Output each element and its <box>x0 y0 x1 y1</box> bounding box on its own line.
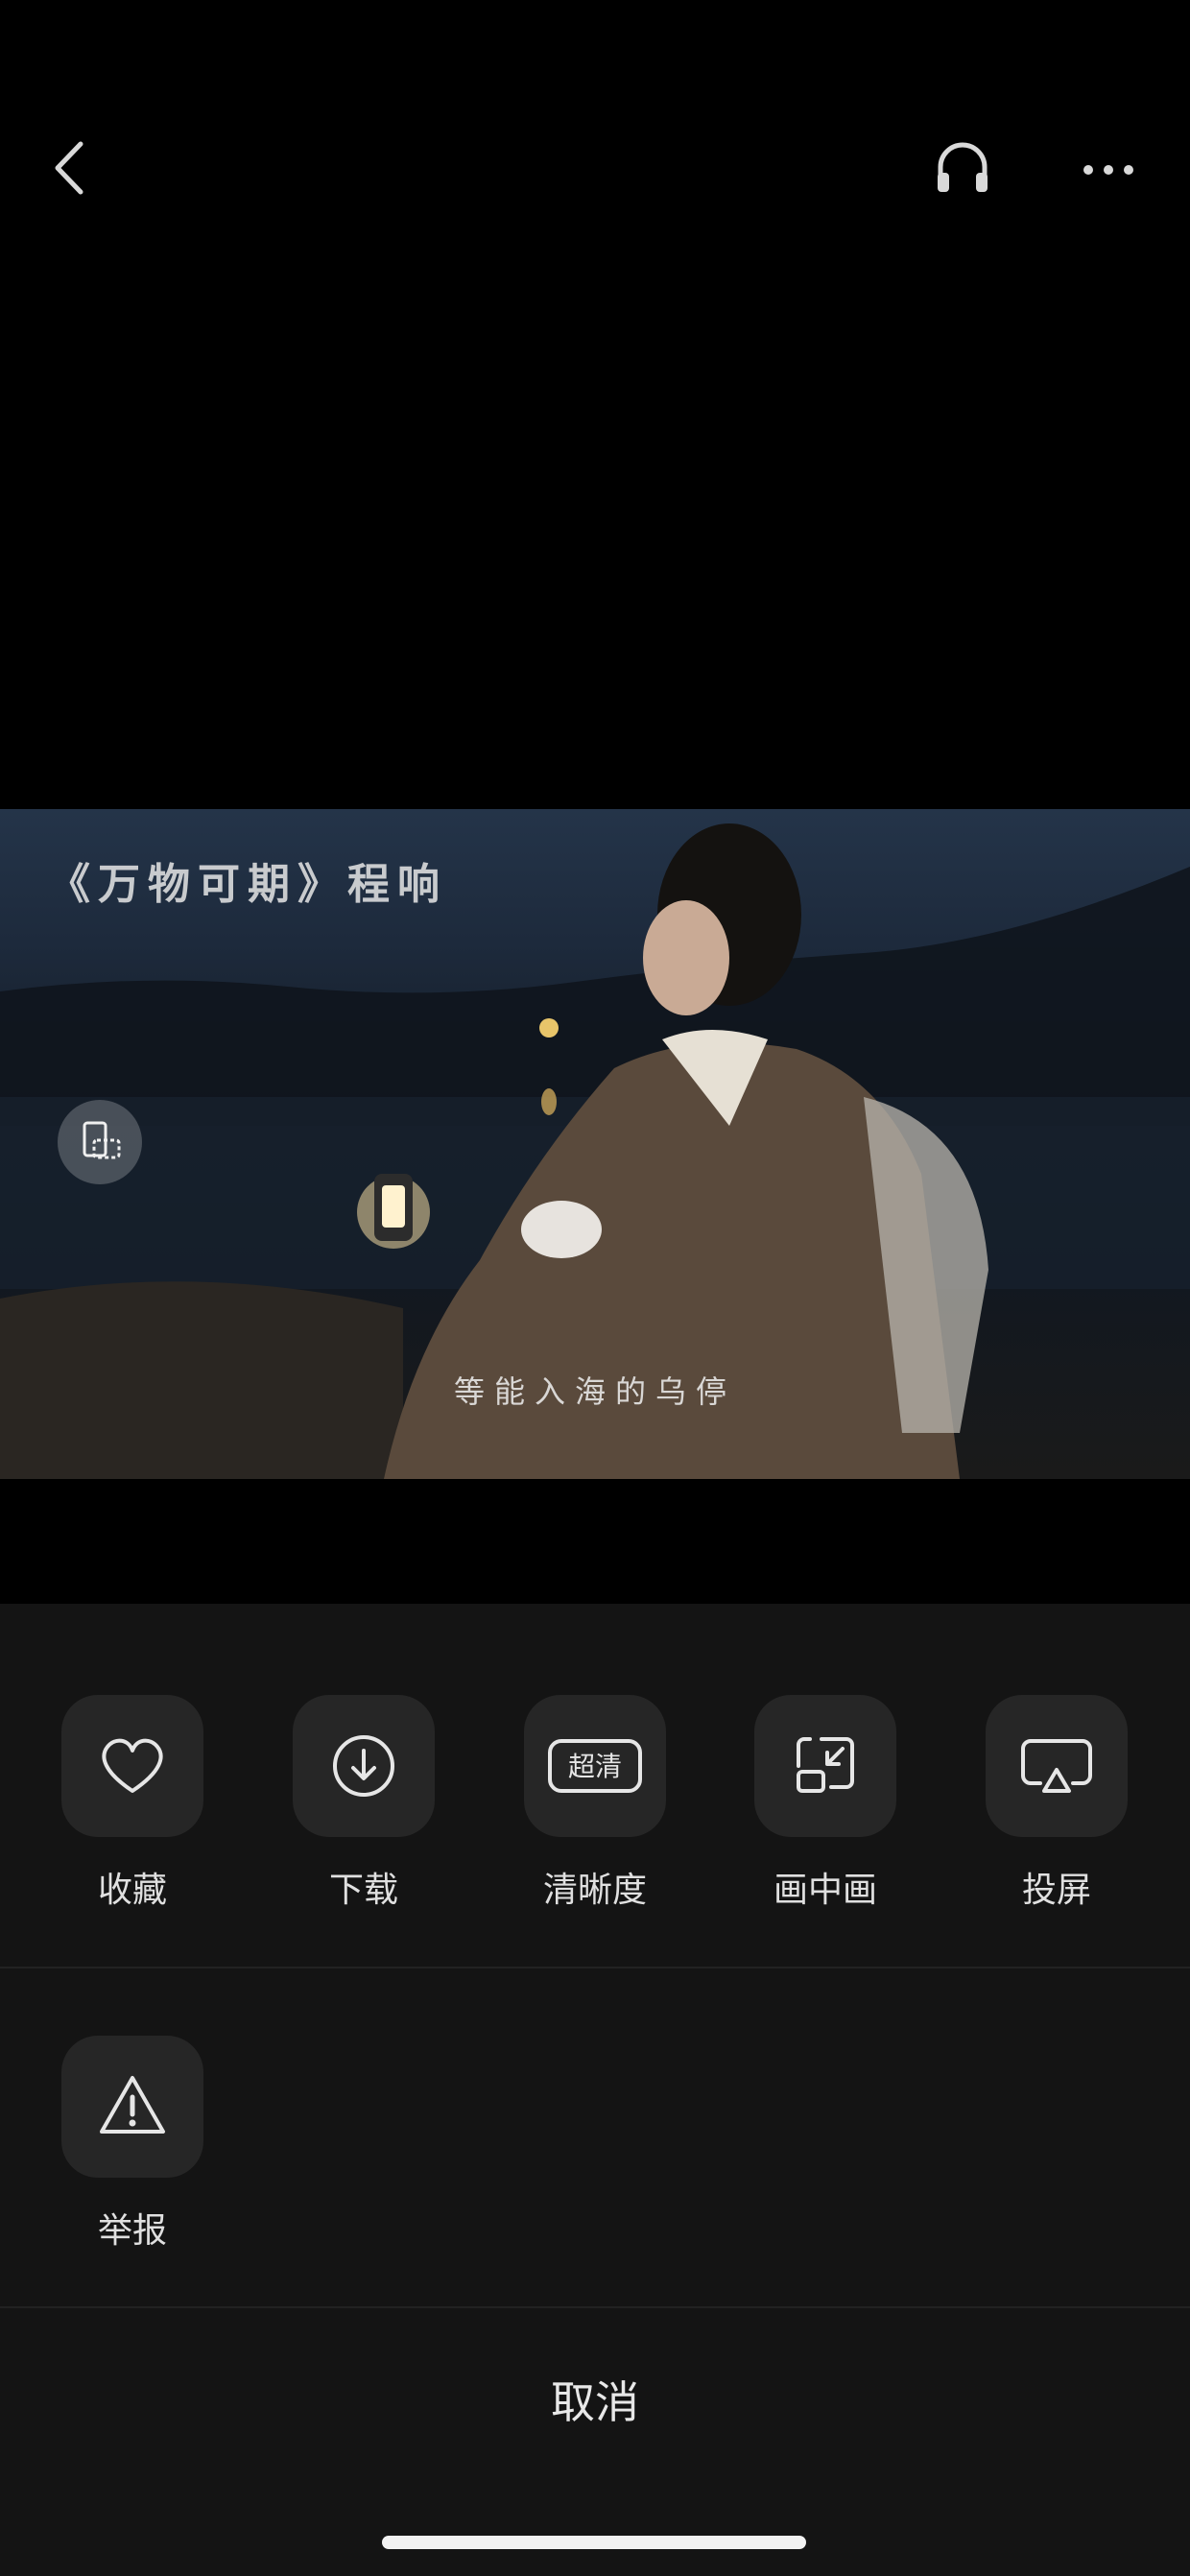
cast-action[interactable]: 投屏 <box>980 1695 1133 1912</box>
video-player[interactable]: 《万物可期》程响 等能入海的乌停 <box>0 809 1190 1479</box>
rotate-screen-icon <box>83 1121 121 1159</box>
more-button[interactable] <box>1075 134 1142 202</box>
favorite-action[interactable]: 收藏 <box>56 1695 209 1912</box>
quality-label: 清晰度 <box>542 1871 647 1910</box>
download-icon <box>333 1735 394 1797</box>
more-icon <box>1083 165 1133 175</box>
quality-badge-text: 超清 <box>568 1751 622 1782</box>
top-bar <box>0 0 1190 230</box>
actions-row-secondary: 举报 <box>0 1967 1190 2308</box>
back-button[interactable] <box>38 134 106 202</box>
picture-in-picture-action[interactable]: 画中画 <box>749 1695 902 1912</box>
home-indicator <box>382 2536 806 2549</box>
report-action[interactable]: 举报 <box>56 2036 209 2253</box>
download-label: 下载 <box>328 1871 398 1910</box>
report-label: 举报 <box>97 2211 167 2251</box>
chevron-left-icon <box>55 141 83 195</box>
headphone-button[interactable] <box>929 134 996 202</box>
cast-label: 投屏 <box>1021 1871 1091 1910</box>
actions-row-primary: 收藏 下载 超清 清晰度 画中画 投屏 <box>0 1604 1190 1967</box>
download-action[interactable]: 下载 <box>287 1695 440 1912</box>
rotate-screen-button[interactable] <box>58 1100 142 1184</box>
quality-action[interactable]: 超清 清晰度 <box>518 1695 672 1912</box>
cancel-label: 取消 <box>551 2376 639 2428</box>
favorite-label: 收藏 <box>97 1871 167 1910</box>
cast-icon <box>1021 1739 1092 1793</box>
video-title-overlay: 《万物可期》程响 <box>48 860 447 909</box>
picture-in-picture-label: 画中画 <box>773 1871 877 1910</box>
heart-icon <box>102 1738 163 1793</box>
headphone-icon <box>938 142 988 192</box>
picture-in-picture-icon <box>797 1737 854 1793</box>
video-subtitle: 等能入海的乌停 <box>453 1373 736 1410</box>
warning-icon <box>100 2076 165 2134</box>
action-sheet: 收藏 下载 超清 清晰度 画中画 投屏 举报 取消 <box>0 1604 1190 2576</box>
cancel-button[interactable]: 取消 <box>0 2306 1190 2491</box>
quality-icon: 超清 <box>548 1739 642 1793</box>
